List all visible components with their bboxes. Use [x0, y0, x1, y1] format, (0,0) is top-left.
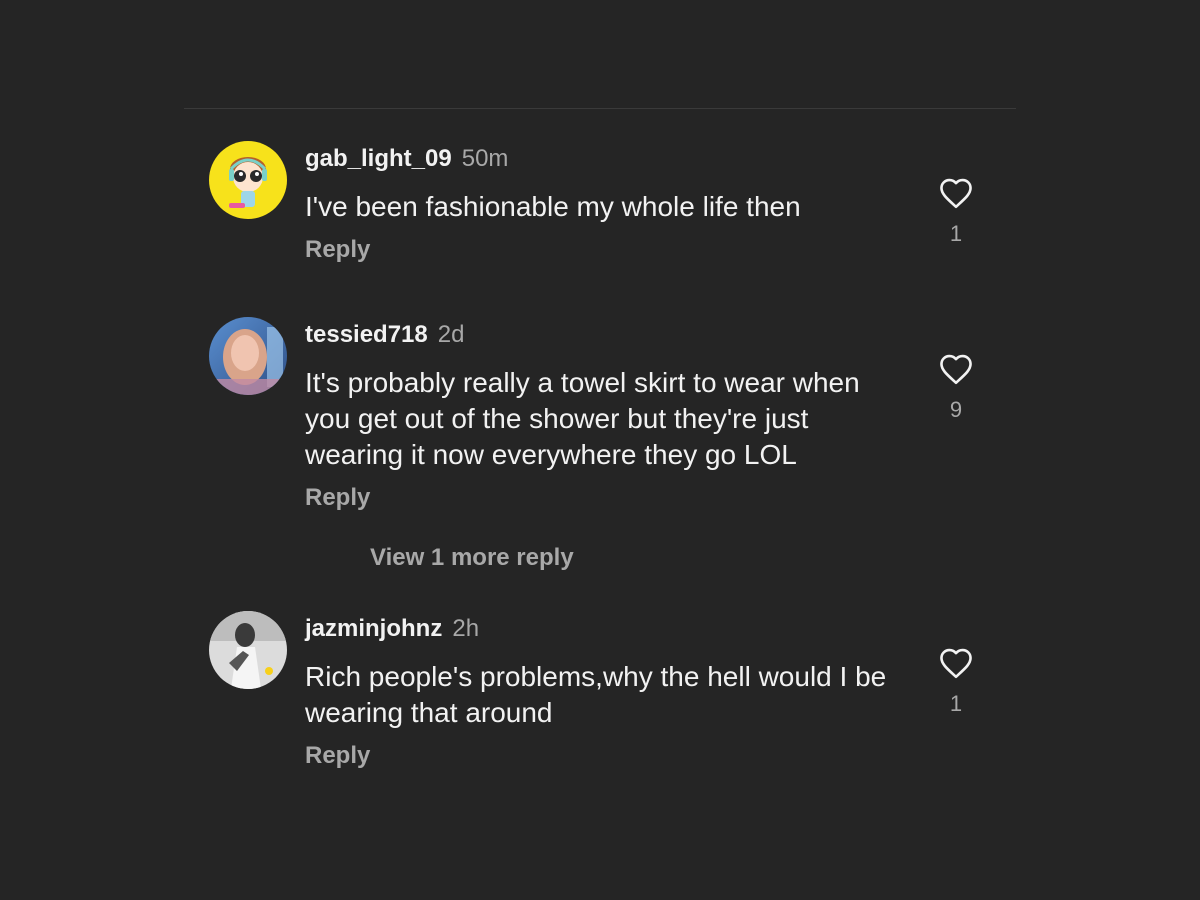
like-control: 1: [936, 647, 976, 717]
comment-meta: jazminjohnz 2h: [305, 615, 905, 643]
comment-text: Rich people's problems,why the hell woul…: [305, 661, 887, 728]
comment-text: I've been fashionable my whole life then: [305, 191, 801, 222]
comment-meta: tessied718 2d: [305, 321, 905, 349]
heart-outline-icon[interactable]: [938, 177, 974, 209]
cartoon-avatar-icon: [209, 141, 287, 219]
avatar[interactable]: [209, 611, 287, 689]
comment-timestamp: 2d: [437, 321, 465, 348]
avatar[interactable]: [209, 141, 287, 219]
comment-username[interactable]: gab_light_09: [305, 145, 452, 172]
heart-outline-icon[interactable]: [938, 353, 974, 385]
reply-button[interactable]: Reply: [305, 235, 370, 265]
comment-text: It's probably really a towel skirt to we…: [305, 367, 860, 470]
comment-body: tessied718 2d It's probably really a towe…: [305, 321, 905, 513]
comment-body: gab_light_09 50m I've been fashionable my…: [305, 145, 905, 265]
comment-username[interactable]: tessied718: [305, 321, 428, 348]
reply-button[interactable]: Reply: [305, 741, 370, 771]
top-divider: [184, 108, 1016, 109]
like-count: 1: [949, 691, 963, 716]
photo-avatar-icon: [209, 611, 287, 689]
comment-meta: gab_light_09 50m: [305, 145, 905, 173]
comment-body: jazminjohnz 2h Rich people's problems,why…: [305, 615, 905, 771]
comment-username[interactable]: jazminjohnz: [305, 615, 442, 642]
reply-button[interactable]: Reply: [305, 483, 370, 513]
avatar[interactable]: [209, 317, 287, 395]
view-more-replies-button[interactable]: View 1 more reply: [370, 543, 574, 573]
like-count: 9: [949, 397, 963, 422]
like-control: 9: [936, 353, 976, 423]
like-control: 1: [936, 177, 976, 247]
like-count: 1: [949, 221, 963, 246]
comment-timestamp: 2h: [452, 615, 480, 642]
comment-timestamp: 50m: [461, 145, 509, 172]
heart-outline-icon[interactable]: [938, 647, 974, 679]
photo-avatar-icon: [209, 317, 287, 395]
